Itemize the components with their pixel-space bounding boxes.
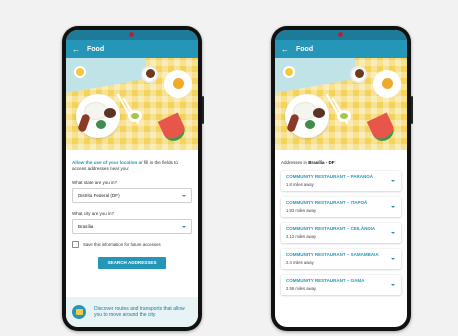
result-card[interactable]: COMMUNITY RESTAURANT – ITAPOÃ 1.93 miles… bbox=[281, 197, 401, 217]
state-value: Distrito Federal (DF) bbox=[78, 193, 120, 198]
addresses-prefix: Addresses in bbox=[281, 160, 309, 165]
side-button bbox=[202, 96, 204, 124]
result-distance: 2.56 miles away bbox=[286, 286, 317, 291]
allow-location-link[interactable]: Allow the use of your location bbox=[72, 160, 137, 165]
status-bar bbox=[66, 30, 198, 40]
chevron-down-icon[interactable] bbox=[391, 258, 395, 260]
screen-form: ← Food Allow the use of your location or… bbox=[66, 30, 198, 327]
city-value: Brasília bbox=[78, 224, 94, 229]
result-card[interactable]: COMMUNITY RESTAURANT – GAMA 2.56 miles a… bbox=[281, 275, 401, 295]
result-name: COMMUNITY RESTAURANT – GAMA bbox=[286, 278, 365, 283]
result-card[interactable]: COMMUNITY RESTAURANT – SAMAMBAIA 2.4 mil… bbox=[281, 249, 401, 269]
result-distance: 2.4 miles away bbox=[286, 260, 314, 265]
chevron-down-icon[interactable] bbox=[391, 180, 395, 182]
result-name: COMMUNITY RESTAURANT – PARANOÁ bbox=[286, 174, 374, 179]
food-illustration bbox=[275, 58, 407, 150]
screen-results: ← Food Addresses in Brasília - DF: COMMU… bbox=[275, 30, 407, 327]
status-bar bbox=[275, 30, 407, 40]
chevron-down-icon bbox=[182, 194, 186, 197]
chevron-down-icon[interactable] bbox=[391, 284, 395, 286]
app-bar: ← Food bbox=[66, 40, 198, 58]
chevron-down-icon bbox=[182, 225, 186, 228]
result-name: COMMUNITY RESTAURANT – SAMAMBAIA bbox=[286, 252, 379, 257]
city-label: What city are you in? bbox=[72, 211, 115, 216]
page-title: Food bbox=[87, 45, 105, 53]
result-distance: 1.93 miles away bbox=[286, 208, 317, 213]
result-name: COMMUNITY RESTAURANT – ITAPOÃ bbox=[286, 200, 368, 205]
search-addresses-button[interactable]: SEARCH ADDRESSES bbox=[98, 257, 166, 269]
food-illustration bbox=[66, 58, 198, 150]
result-card[interactable]: COMMUNITY RESTAURANT – PARANOÁ 1.8 miles… bbox=[281, 171, 401, 191]
save-info-checkbox[interactable] bbox=[72, 241, 79, 248]
arrow-left-icon[interactable]: ← bbox=[72, 45, 80, 54]
addresses-heading: Addresses in Brasília - DF: bbox=[281, 160, 401, 165]
chevron-down-icon[interactable] bbox=[391, 232, 395, 234]
routes-banner-text: Discover routes and transports that allo… bbox=[94, 305, 185, 319]
state-select[interactable]: Distrito Federal (DF) bbox=[72, 188, 192, 203]
save-info-row[interactable]: Save this information for future accesse… bbox=[72, 241, 192, 248]
routes-banner[interactable]: Discover routes and transports that allo… bbox=[66, 297, 198, 327]
phone-form: ← Food Allow the use of your location or… bbox=[62, 26, 204, 331]
side-button bbox=[411, 96, 413, 124]
addresses-suffix: : bbox=[334, 160, 336, 165]
result-card[interactable]: COMMUNITY RESTAURANT – CEILÂNDIA 2.12 mi… bbox=[281, 223, 401, 243]
result-distance: 2.12 miles away bbox=[286, 234, 317, 239]
phone-results: ← Food Addresses in Brasília - DF: COMMU… bbox=[271, 26, 413, 331]
arrow-left-icon[interactable]: ← bbox=[281, 45, 289, 54]
location-intro: Allow the use of your location or fill i… bbox=[72, 160, 192, 172]
camera-icon bbox=[338, 32, 343, 37]
result-name: COMMUNITY RESTAURANT – CEILÂNDIA bbox=[286, 226, 376, 231]
result-distance: 1.8 miles away bbox=[286, 182, 314, 187]
city-select[interactable]: Brasília bbox=[72, 219, 192, 234]
state-label: What state are you in? bbox=[72, 180, 118, 185]
app-bar: ← Food bbox=[275, 40, 407, 58]
save-info-label: Save this information for future accesse… bbox=[83, 242, 161, 247]
page-title: Food bbox=[296, 45, 314, 53]
addresses-place: Brasília - DF bbox=[308, 160, 335, 165]
bus-icon bbox=[72, 305, 86, 319]
chevron-down-icon[interactable] bbox=[391, 206, 395, 208]
camera-icon bbox=[129, 32, 134, 37]
